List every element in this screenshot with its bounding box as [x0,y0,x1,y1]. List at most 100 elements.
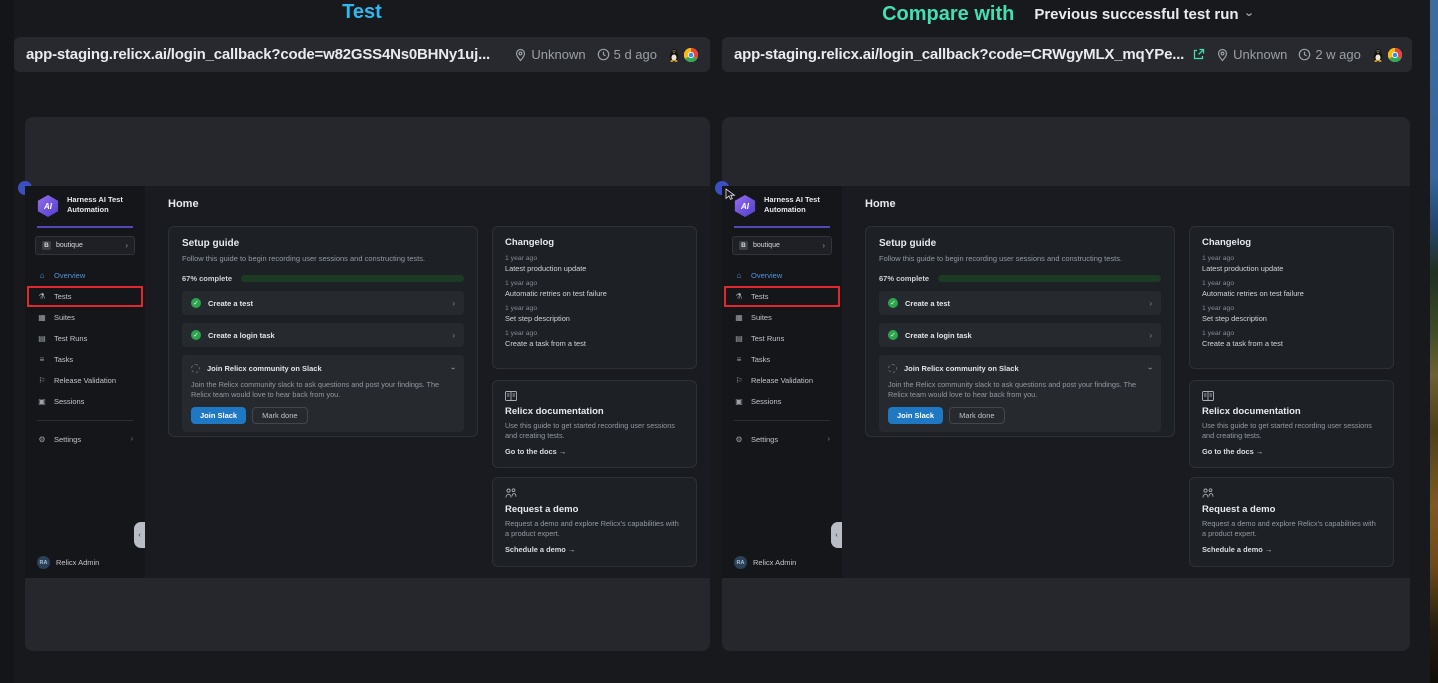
go-to-docs-link[interactable]: Go to the docs → [505,447,684,456]
nav-label: Overview [54,271,85,280]
changelog-entry: 1 year ago Set step description [1202,305,1381,323]
people-icon [1202,488,1381,499]
chevron-right-icon: › [125,241,128,250]
compare-screenshot-panel: AI Harness AI Test Automation B boutique… [722,117,1410,651]
schedule-demo-link[interactable]: Schedule a demo → [505,545,684,554]
sidebar-item-test-runs[interactable]: ▤ Test Runs [722,328,842,349]
sidebar-divider [734,226,830,228]
sidebar-item-suites[interactable]: ▦ Suites [25,307,145,328]
check-icon [191,330,201,340]
chevron-right-icon: › [1149,299,1152,308]
nav-label: Tasks [751,355,770,364]
compare-url: app-staging.relicx.ai/login_callback?cod… [734,46,1184,63]
test-url: app-staging.relicx.ai/login_callback?cod… [26,46,490,63]
setup-item-label: Create a login task [208,331,275,340]
book-icon [505,391,684,401]
sidebar-item-test-runs[interactable]: ▤ Test Runs [25,328,145,349]
setup-item-create-test[interactable]: Create a test › [879,291,1161,315]
test-screenshot-panel: AI Harness AI Test Automation B boutique… [25,117,710,651]
setup-guide-subtitle: Follow this guide to begin recording use… [879,254,1161,263]
sidebar-item-tasks[interactable]: ≡ Tasks [25,349,145,370]
test-pane-title: Test [14,1,710,24]
sidebar-item-tests[interactable]: ⚗ Tests [722,286,842,307]
sidebar-item-overview[interactable]: ⌂ Overview [722,265,842,286]
request-demo-card: Request a demo Request a demo and explor… [492,477,697,567]
sidebar-item-release-validation[interactable]: ⚐ Release Validation [722,370,842,391]
flag-icon: ⚐ [734,376,744,385]
user-account[interactable]: RA Relicx Admin [25,556,145,578]
setup-item-create-login-task[interactable]: Create a login task › [879,323,1161,347]
nav-label: Overview [751,271,782,280]
changelog-text: Set step description [505,314,684,323]
compare-url-meta: Unknown 2 w ago [1205,47,1402,62]
mark-done-button[interactable]: Mark done [252,407,307,424]
mark-done-button[interactable]: Mark done [949,407,1004,424]
page-title: Home [168,198,199,210]
sidebar-item-settings[interactable]: ⚙ Settings › [722,429,842,450]
changelog-title: Changelog [505,237,684,248]
linux-os-icon [1372,48,1384,62]
app-screenshot: AI Harness AI Test Automation B boutique… [722,186,1410,578]
demo-title: Request a demo [1202,504,1381,515]
setup-item-create-test[interactable]: Create a test › [182,291,464,315]
flag-icon: ⚐ [37,376,47,385]
docs-description: Use this guide to get started recording … [505,421,684,441]
check-icon [888,298,898,308]
gear-icon: ⚙ [734,435,744,444]
external-link-icon[interactable] [1192,48,1205,61]
chevron-right-icon: › [1149,331,1152,340]
nav-label: Tests [751,292,769,301]
chevron-down-icon: › [1146,367,1155,370]
cursor-icon [725,188,737,206]
user-account[interactable]: RA Relicx Admin [722,556,842,578]
sidebar-item-settings[interactable]: ⚙ Settings › [25,429,145,450]
sidebar-item-tasks[interactable]: ≡ Tasks [722,349,842,370]
setup-item-join-slack-header[interactable]: Join Relicx community on Slack › [191,361,455,375]
setup-item-create-login-task[interactable]: Create a login task › [182,323,464,347]
brand-row: AI Harness AI Test Automation [722,186,842,217]
compare-run-selector[interactable]: Previous successful test run › [1034,6,1252,23]
schedule-demo-link[interactable]: Schedule a demo → [1202,545,1381,554]
nav-label: Suites [54,313,75,322]
sidebar-collapse-handle[interactable]: ‹ [831,522,842,548]
setup-guide-card: Setup guide Follow this guide to begin r… [168,226,478,437]
changelog-entry: 1 year ago Latest production update [1202,255,1381,273]
sidebar-item-sessions[interactable]: ▣ Sessions [25,391,145,412]
project-selector[interactable]: B boutique › [35,236,135,255]
setup-item-join-slack-header[interactable]: Join Relicx community on Slack › [888,361,1152,375]
sidebar-item-tests[interactable]: ⚗ Tests [25,286,145,307]
compare-url-bar: app-staging.relicx.ai/login_callback?cod… [722,37,1412,72]
home-icon: ⌂ [734,271,744,280]
project-name: boutique [753,242,780,249]
location-pin-icon [514,48,527,62]
flask-icon: ⚗ [734,292,744,301]
sidebar-item-overview[interactable]: ⌂ Overview [25,265,145,286]
demo-description: Request a demo and explore Relicx's capa… [505,519,684,539]
tasks-icon: ≡ [37,355,47,364]
changelog-time: 1 year ago [1202,255,1381,262]
changelog-text: Latest production update [505,264,684,273]
sidebar-item-sessions[interactable]: ▣ Sessions [722,391,842,412]
button-row: Join Slack Mark done [191,407,455,424]
join-slack-button[interactable]: Join Slack [888,407,943,424]
location-value: Unknown [531,47,585,62]
go-to-docs-link[interactable]: Go to the docs → [1202,447,1381,456]
runs-icon: ▤ [37,334,47,343]
sidebar-item-suites[interactable]: ▦ Suites [722,307,842,328]
setup-item-label: Create a test [905,299,950,308]
chevron-right-icon: › [822,241,825,250]
changelog-card: Changelog 1 year ago Latest production u… [492,226,697,369]
compare-run-selector-value: Previous successful test run [1034,6,1238,23]
sidebar-collapse-handle[interactable]: ‹ [134,522,145,548]
sidebar-item-release-validation[interactable]: ⚐ Release Validation [25,370,145,391]
nav-label: Release Validation [54,376,116,385]
changelog-entry: 1 year ago Create a task from a test [505,330,684,348]
project-selector[interactable]: B boutique › [732,236,832,255]
test-url-bar: app-staging.relicx.ai/login_callback?cod… [14,37,710,72]
chevron-right-icon: › [828,436,830,443]
page-title: Home [865,198,896,210]
join-slack-button[interactable]: Join Slack [191,407,246,424]
nav-label: Tasks [54,355,73,364]
changelog-time: 1 year ago [505,280,684,287]
request-demo-card: Request a demo Request a demo and explor… [1189,477,1394,567]
